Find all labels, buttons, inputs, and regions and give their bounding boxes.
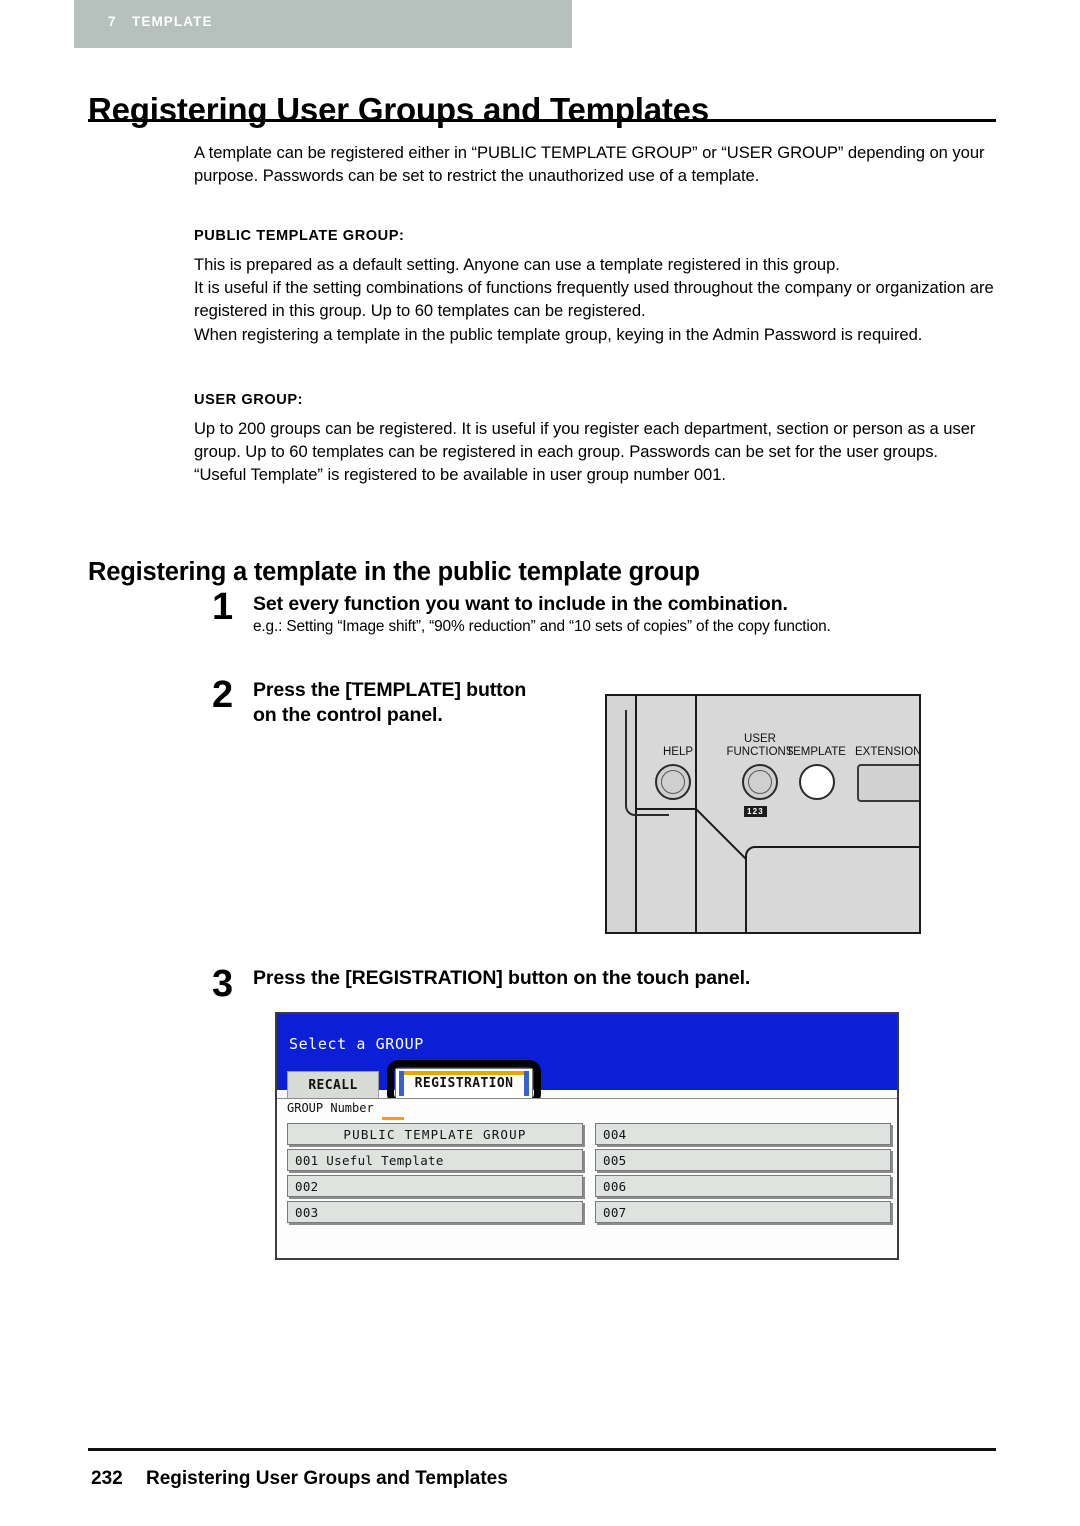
footer-page-number: 232 [91,1468,123,1489]
template-button-icon[interactable] [799,764,835,800]
tab-registration[interactable]: REGISTRATION [395,1068,533,1098]
section-title: Registering a template in the public tem… [88,558,700,587]
public-group-line-1: This is prepared as a default setting. A… [194,255,840,274]
touch-panel-screenshot: Select a GROUP RECALL REGISTRATION GROUP… [275,1012,899,1260]
touch-panel-body: GROUP Number PUBLIC TEMPLATE GROUP 001 U… [277,1098,897,1258]
user-group-heading: USER GROUP: [194,392,304,408]
footer-title: Registering User Groups and Templates [146,1468,508,1489]
tab-registration-orange-bar [404,1071,524,1075]
user-group-block: USER GROUP: Up to 200 groups can be regi… [194,392,996,487]
control-panel-left-inset [625,710,669,816]
group-number-label: GROUP Number [287,1101,374,1115]
control-panel-lcd-outline [745,846,919,932]
control-panel-mid-line [637,808,697,810]
chapter-header-bar: 7 TEMPLATE [74,0,572,48]
step-2-number: 2 [212,674,234,716]
control-panel-template-label: TEMPLATE [786,746,846,758]
tab-registration-right-accent [524,1071,529,1096]
group-cell-007[interactable]: 007 [595,1201,891,1223]
group-cell-006[interactable]: 006 [595,1175,891,1197]
chapter-name: TEMPLATE [132,14,213,29]
group-cell-005[interactable]: 005 [595,1149,891,1171]
user-group-line-2: “Useful Template” is registered to be av… [194,465,726,485]
extension-panel-box [857,764,919,802]
group-number-underline [382,1117,404,1120]
page-title: Registering User Groups and Templates [88,91,709,129]
help-button-icon[interactable] [655,764,691,800]
control-panel-illustration: HELP USER FUNCTIONS 123 TEMPLATE EXTENSI… [605,694,921,934]
group-cell-public[interactable]: PUBLIC TEMPLATE GROUP [287,1123,583,1145]
touch-panel-tab-row: RECALL REGISTRATION [277,1060,897,1106]
group-cell-001[interactable]: 001 Useful Template [287,1149,583,1171]
user-group-line-1: Up to 200 groups can be registered. It i… [194,419,976,462]
title-divider [88,119,996,122]
footer-divider [88,1448,996,1451]
step-2-title-line-2: on the control panel. [253,704,443,726]
intro-paragraph: A template can be registered either in “… [194,143,985,186]
tab-recall-label: RECALL [308,1077,358,1093]
step-3-title: Press the [REGISTRATION] button on the t… [253,967,751,989]
step-1-number: 1 [212,586,234,628]
step-3-number: 3 [212,963,234,1005]
numeric-keypad-badge: 123 [744,806,767,817]
intro-block: A template can be registered either in “… [194,141,996,187]
step-1-subtext: e.g.: Setting “Image shift”, “90% reduct… [253,618,831,635]
group-cell-002[interactable]: 002 [287,1175,583,1197]
tab-registration-label: REGISTRATION [414,1076,514,1091]
step-2-title-line-1: Press the [TEMPLATE] button [253,679,527,701]
public-group-line-3: When registering a template in the publi… [194,324,923,344]
control-panel-extension-label: EXTENSION [855,746,921,758]
public-group-line-2: It is useful if the setting combinations… [194,278,994,321]
control-panel-help-label: HELP [662,746,694,758]
step-1-title: Set every function you want to include i… [253,593,788,615]
control-panel-user-functions-label-line-1: USER [744,733,776,745]
touch-panel-title-text: Select a GROUP [289,1035,424,1053]
user-functions-button-icon[interactable] [742,764,778,800]
public-template-group-block: PUBLIC TEMPLATE GROUP: This is prepared … [194,228,996,346]
tab-recall[interactable]: RECALL [287,1071,379,1098]
chapter-number: 7 [108,14,117,29]
group-cell-004[interactable]: 004 [595,1123,891,1145]
group-cell-003[interactable]: 003 [287,1201,583,1223]
public-group-heading: PUBLIC TEMPLATE GROUP: [194,228,405,244]
